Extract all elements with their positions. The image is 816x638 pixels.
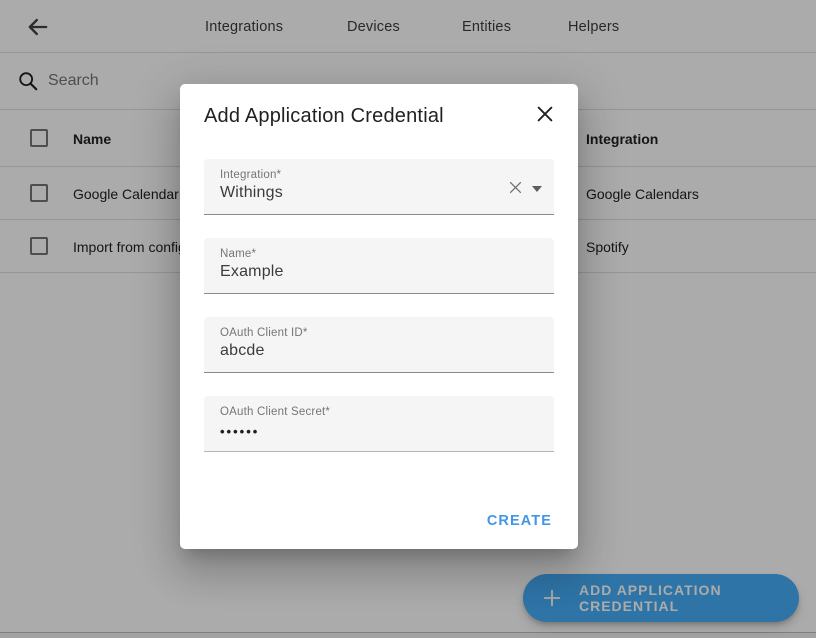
name-field-label: Name*	[220, 248, 538, 260]
chevron-down-icon[interactable]	[532, 186, 542, 192]
integration-field[interactable]: Integration* Withings	[204, 159, 554, 215]
create-button[interactable]: CREATE	[479, 507, 560, 535]
oauth-client-id-label: OAuth Client ID*	[220, 327, 538, 339]
integration-field-label: Integration*	[220, 169, 538, 181]
oauth-client-secret-value[interactable]: ••••••	[220, 424, 538, 439]
name-field[interactable]: Name* Example	[204, 238, 554, 294]
clear-icon[interactable]	[507, 179, 524, 196]
oauth-client-id-value[interactable]: abcde	[220, 342, 538, 360]
dialog-header: Add Application Credential	[180, 84, 578, 132]
add-application-credential-dialog: Add Application Credential Integration* …	[180, 84, 578, 549]
integration-field-value[interactable]: Withings	[220, 184, 538, 202]
dialog-form: Integration* Withings Name* Example OAut…	[180, 132, 578, 452]
close-icon[interactable]	[532, 101, 558, 127]
dialog-title: Add Application Credential	[204, 105, 444, 127]
oauth-client-secret-field[interactable]: OAuth Client Secret* ••••••	[204, 396, 554, 452]
oauth-client-secret-label: OAuth Client Secret*	[220, 406, 538, 418]
name-field-value[interactable]: Example	[220, 263, 538, 281]
oauth-client-id-field[interactable]: OAuth Client ID* abcde	[204, 317, 554, 373]
